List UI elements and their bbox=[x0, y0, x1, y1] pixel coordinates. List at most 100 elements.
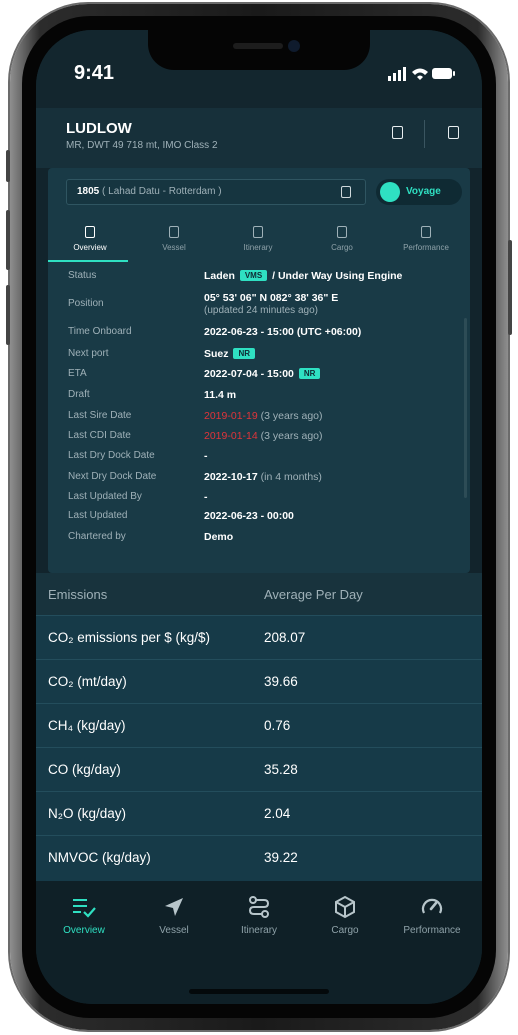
status-value: Laden bbox=[204, 270, 235, 282]
tab-itinerary[interactable]: Itinerary bbox=[216, 220, 300, 262]
active-tab-indicator bbox=[48, 260, 128, 262]
table-row: CO₂ emissions per $ (kg/$) 208.07 bbox=[36, 615, 482, 659]
detail-tabs: Overview Vessel Itinerary Cargo Performa… bbox=[48, 220, 470, 262]
tab-performance[interactable]: Performance bbox=[384, 220, 468, 262]
detail-label: Next port bbox=[68, 348, 109, 359]
home-indicator[interactable] bbox=[189, 989, 329, 994]
tab-label: Itinerary bbox=[243, 243, 273, 252]
nav-cargo[interactable]: Cargo bbox=[305, 895, 385, 936]
notch bbox=[148, 30, 370, 70]
tab-label: Performance bbox=[403, 243, 449, 252]
menu-icon[interactable] bbox=[448, 126, 459, 139]
detail-label: Last CDI Date bbox=[68, 430, 131, 441]
detail-value: Suez NR bbox=[204, 348, 257, 360]
emissions-column-header: Emissions bbox=[48, 587, 108, 602]
detail-label: Draft bbox=[68, 389, 90, 400]
vessel-info: MR, DWT 49 718 mt, IMO Class 2 bbox=[66, 140, 218, 151]
eta-value: 2022-07-04 - 15:00 bbox=[204, 368, 294, 380]
tab-label: Vessel bbox=[162, 243, 186, 252]
emission-value: 39.66 bbox=[264, 674, 298, 689]
status-detail: / Under Way Using Engine bbox=[272, 270, 403, 282]
table-row: CO₂ (mt/day) 39.66 bbox=[36, 659, 482, 703]
front-camera bbox=[288, 40, 300, 52]
detail-value: 2019-01-14 (3 years ago) bbox=[204, 430, 323, 442]
signal-wifi-battery-icon bbox=[388, 67, 455, 81]
box-icon bbox=[335, 895, 355, 919]
mute-switch bbox=[6, 150, 10, 182]
voyage-number: 1805 bbox=[77, 186, 100, 197]
tab-label: Overview bbox=[73, 243, 107, 252]
navigation-arrow-icon bbox=[165, 898, 183, 916]
table-row: N₂O (kg/day) 2.04 bbox=[36, 791, 482, 835]
last-cdi-note: (3 years ago) bbox=[260, 430, 323, 442]
table-row: CH₄ (kg/day) 0.76 bbox=[36, 703, 482, 747]
voyage-selector-text: 1805 ( Lahad Datu - Rotterdam ) bbox=[77, 186, 222, 197]
emission-name: CH₄ (kg/day) bbox=[48, 718, 126, 733]
document-icon[interactable] bbox=[392, 126, 403, 139]
time-onboard-value: 2022-06-23 - 15:00 (UTC +06:00) bbox=[204, 326, 362, 338]
detail-label: Last Dry Dock Date bbox=[68, 450, 155, 461]
position-value: 05° 53' 06" N 082° 38' 36" E bbox=[204, 292, 339, 304]
tab-cargo[interactable]: Cargo bbox=[300, 220, 384, 262]
volume-down-button bbox=[6, 285, 10, 345]
voyage-selector[interactable]: 1805 ( Lahad Datu - Rotterdam ) bbox=[66, 179, 366, 205]
details-scrollbar[interactable] bbox=[464, 318, 467, 498]
emission-value: 39.22 bbox=[264, 850, 298, 865]
nav-vessel[interactable]: Vessel bbox=[134, 895, 214, 936]
emissions-table-header: Emissions Average Per Day bbox=[36, 573, 482, 615]
calendar-icon bbox=[341, 186, 351, 198]
overview-tab-icon bbox=[85, 226, 95, 238]
nav-itinerary[interactable]: Itinerary bbox=[219, 895, 299, 936]
detail-label: Next Dry Dock Date bbox=[68, 471, 157, 482]
header-divider bbox=[424, 120, 425, 148]
vessel-name: LUDLOW bbox=[66, 120, 132, 137]
detail-label: ETA bbox=[68, 368, 87, 379]
speaker bbox=[233, 43, 283, 49]
last-sire-note: (3 years ago) bbox=[260, 410, 323, 422]
last-cdi-value: 2019-01-14 bbox=[204, 430, 258, 442]
route-icon bbox=[248, 896, 270, 918]
detail-label: Time Onboard bbox=[68, 326, 132, 337]
gauge-icon bbox=[421, 898, 443, 914]
nav-label: Performance bbox=[403, 925, 461, 936]
emission-value: 35.28 bbox=[264, 762, 298, 777]
next-dry-dock-note: (in 4 months) bbox=[260, 471, 322, 483]
itinerary-tab-icon bbox=[253, 226, 263, 238]
detail-label: Chartered by bbox=[68, 531, 126, 542]
next-port-badge: NR bbox=[233, 348, 255, 359]
voyage-toggle[interactable]: Voyage bbox=[376, 179, 462, 205]
detail-value: 2022-07-04 - 15:00 NR bbox=[204, 368, 322, 380]
last-updated-by-value: - bbox=[204, 491, 208, 503]
tab-overview[interactable]: Overview bbox=[48, 220, 132, 262]
draft-value: 11.4 m bbox=[204, 389, 237, 401]
nav-label: Cargo bbox=[331, 925, 359, 936]
nav-performance[interactable]: Performance bbox=[392, 895, 472, 936]
detail-label: Last Sire Date bbox=[68, 410, 132, 421]
overview-panel: 1805 ( Lahad Datu - Rotterdam ) Voyage O… bbox=[48, 168, 470, 573]
nav-label: Overview bbox=[63, 925, 105, 936]
toggle-knob bbox=[380, 182, 400, 202]
emission-name: CO₂ (mt/day) bbox=[48, 674, 127, 689]
tab-vessel[interactable]: Vessel bbox=[132, 220, 216, 262]
bottom-navigation: Overview Vessel Itinerary Cargo Performa… bbox=[36, 881, 482, 1004]
nav-label: Itinerary bbox=[240, 925, 278, 936]
emission-name: NMVOC (kg/day) bbox=[48, 850, 151, 865]
last-updated-value: 2022-06-23 - 00:00 bbox=[204, 510, 294, 522]
last-dry-dock-value: - bbox=[204, 450, 208, 462]
last-sire-value: 2019-01-19 bbox=[204, 410, 258, 422]
voyage-toggle-label: Voyage bbox=[406, 186, 441, 197]
status-time: 9:41 bbox=[74, 62, 115, 84]
volume-up-button bbox=[6, 210, 10, 270]
detail-label: Status bbox=[68, 270, 97, 281]
table-row: NMVOC (kg/day) 39.22 bbox=[36, 835, 482, 882]
emission-value: 208.07 bbox=[264, 630, 306, 645]
emission-name: N₂O (kg/day) bbox=[48, 806, 127, 821]
vessel-tab-icon bbox=[169, 226, 179, 238]
app-header: LUDLOW MR, DWT 49 718 mt, IMO Class 2 bbox=[36, 108, 482, 168]
detail-value: 2022-10-17 (in 4 months) bbox=[204, 471, 322, 483]
next-port-value: Suez bbox=[204, 348, 229, 360]
average-column-header: Average Per Day bbox=[264, 587, 363, 602]
list-check-icon bbox=[73, 899, 96, 918]
power-button bbox=[508, 240, 512, 335]
nav-overview[interactable]: Overview bbox=[44, 895, 124, 936]
